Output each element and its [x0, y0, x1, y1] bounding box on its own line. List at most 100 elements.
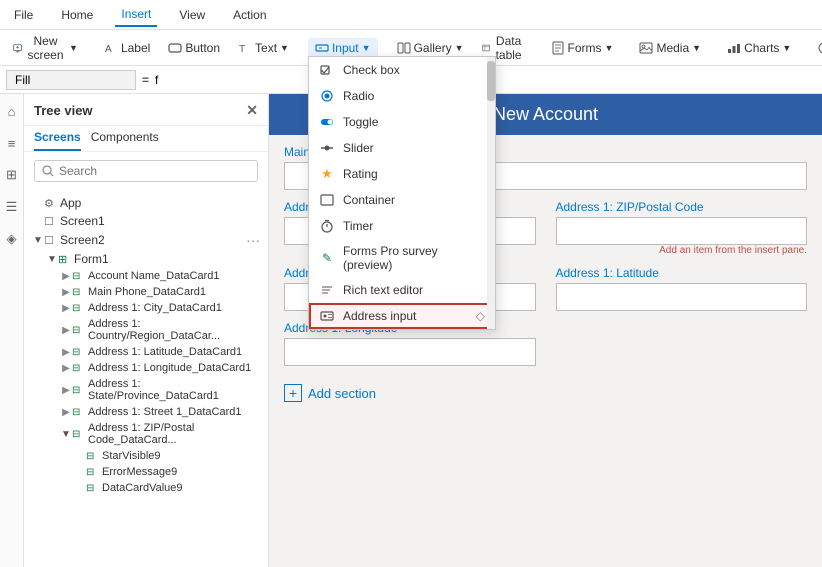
tree-item-country[interactable]: ▶ ⊟ Address 1: Country/Region_DataCar...	[24, 316, 268, 344]
expand-country-icon: ▶	[60, 325, 72, 336]
tree-item-label: Address 1: Latitude_DataCard1	[88, 346, 242, 358]
zip-input[interactable]	[556, 217, 808, 245]
form1-icon: ⊞	[58, 253, 74, 266]
input-button[interactable]: Input ▼	[308, 38, 378, 58]
tab-screens[interactable]: Screens	[34, 130, 81, 151]
tree-item-errormessage[interactable]: ⊟ ErrorMessage9	[24, 464, 268, 480]
dropdown-item-radio[interactable]: Radio	[309, 83, 495, 109]
tree-item-latitude[interactable]: ▶ ⊟ Address 1: Latitude_DataCard1	[24, 344, 268, 360]
address-input-info-icon: ◇	[476, 309, 485, 323]
tree-item-main-phone[interactable]: ▶ ⊟ Main Phone_DataCard1	[24, 284, 268, 300]
search-input[interactable]	[59, 164, 250, 178]
text-button[interactable]: T Text ▼	[231, 38, 296, 58]
rich-text-icon	[319, 282, 335, 298]
icons-button[interactable]: ☺ Icons	[810, 38, 822, 58]
dropdown-item-rating[interactable]: ★ Rating	[309, 161, 495, 187]
dropdown-item-rich-text[interactable]: Rich text editor	[309, 277, 495, 303]
datacardvalue-icon: ⊟	[86, 483, 102, 494]
svg-text:T: T	[239, 44, 245, 55]
add-section-button[interactable]: + Add section	[269, 376, 822, 410]
menu-home[interactable]: Home	[55, 4, 99, 26]
chevron-gallery-icon: ▼	[455, 43, 464, 53]
tree-item-longitude[interactable]: ▶ ⊟ Address 1: Longitude_DataCard1	[24, 360, 268, 376]
tree-item-label: Form1	[74, 252, 109, 266]
forms-button[interactable]: Forms ▼	[544, 38, 621, 58]
chevron-text-icon: ▼	[280, 43, 289, 53]
tree-item-screen1[interactable]: ☐ Screen1	[24, 212, 268, 230]
menu-file[interactable]: File	[8, 4, 39, 26]
tree-item-starvisible[interactable]: ⊟ StarVisible9	[24, 448, 268, 464]
tree-search-box	[34, 160, 258, 182]
gallery-button[interactable]: Gallery ▼	[390, 38, 471, 58]
expand-account-icon: ▶	[60, 271, 72, 282]
tree-item-datacardvalue[interactable]: ⊟ DataCardValue9	[24, 480, 268, 496]
tree-item-label: ErrorMessage9	[102, 466, 177, 478]
dropdown-item-slider[interactable]: Slider	[309, 135, 495, 161]
tree-item-screen2[interactable]: ▼ ☐ Screen2 ···	[24, 230, 268, 250]
home-side-icon[interactable]: ⌂	[3, 102, 21, 120]
expand-zip-icon: ▼	[60, 429, 72, 440]
latitude-input[interactable]	[556, 283, 808, 311]
chevron-forms-icon: ▼	[605, 43, 614, 53]
country-card-icon: ⊟	[72, 325, 88, 336]
city-card-icon: ⊟	[72, 303, 88, 314]
errormsg-icon: ⊟	[86, 467, 102, 478]
icons-icon: ☺	[817, 41, 822, 55]
lat-card-icon: ⊟	[72, 347, 88, 358]
tree-item-form1[interactable]: ▼ ⊞ Form1	[24, 250, 268, 268]
button-button[interactable]: Button	[161, 38, 227, 58]
chevron-down-icon: ▼	[69, 43, 78, 53]
charts-button[interactable]: Charts ▼	[720, 38, 798, 58]
tree-item-label: Screen2	[60, 233, 105, 247]
tree-item-label: Address 1: Longitude_DataCard1	[88, 362, 251, 374]
tree-item-app[interactable]: ⚙ App	[24, 194, 268, 212]
tab-components[interactable]: Components	[91, 130, 159, 151]
tree-item-city[interactable]: ▶ ⊟ Address 1: City_DataCard1	[24, 300, 268, 316]
new-screen-button[interactable]: New screen ▼	[6, 31, 85, 65]
menu-action[interactable]: Action	[227, 4, 272, 26]
dropdown-item-timer[interactable]: Timer	[309, 213, 495, 239]
expand-form1-icon: ▼	[46, 254, 58, 265]
tree-item-state[interactable]: ▶ ⊟ Address 1: State/Province_DataCard1	[24, 376, 268, 404]
data-side-icon[interactable]: ⊞	[3, 166, 21, 184]
tree-item-zip[interactable]: ▼ ⊟ Address 1: ZIP/Postal Code_DataCard.…	[24, 420, 268, 448]
screen1-icon: ☐	[44, 215, 60, 228]
zip-card-icon: ⊟	[72, 429, 88, 440]
input-icon	[315, 41, 329, 55]
label-button[interactable]: A Label	[97, 38, 157, 58]
tree-item-street[interactable]: ▶ ⊟ Address 1: Street 1_DataCard1	[24, 404, 268, 420]
dropdown-item-forms-pro[interactable]: ✎ Forms Pro survey (preview)	[309, 239, 495, 277]
side-nav: ⌂ ≡ ⊞ ☰ ◈	[0, 94, 24, 567]
tree-item-account-name[interactable]: ▶ ⊟ Account Name_DataCard1	[24, 268, 268, 284]
dropdown-item-label: Container	[343, 193, 395, 207]
tree-view-title: Tree view	[34, 103, 93, 118]
formula-fill-selector[interactable]	[6, 70, 136, 90]
media-button[interactable]: Media ▼	[632, 38, 708, 58]
dropdown-item-toggle[interactable]: Toggle	[309, 109, 495, 135]
menu-view[interactable]: View	[173, 4, 211, 26]
dropdown-item-container[interactable]: Container	[309, 187, 495, 213]
expand-phone-icon: ▶	[60, 287, 72, 298]
layers-side-icon[interactable]: ≡	[3, 134, 21, 152]
form-field-empty	[556, 321, 808, 366]
menu-insert[interactable]: Insert	[115, 3, 157, 27]
address-input-icon	[319, 308, 335, 324]
settings-side-icon[interactable]: ☰	[3, 198, 21, 216]
tree-content: ⚙ App ☐ Screen1 ▼ ☐ Screen2 ··· ▼ ⊞ Form…	[24, 190, 268, 567]
toggle-icon	[319, 114, 335, 130]
dropdown-item-address-input[interactable]: Address input ◇	[309, 303, 495, 329]
add-section-icon: +	[284, 384, 302, 402]
label-icon: A	[104, 41, 118, 55]
media-icon	[639, 41, 653, 55]
dropdown-scrollbar[interactable]	[487, 57, 495, 329]
tree-item-label: Main Phone_DataCard1	[88, 286, 206, 298]
components-side-icon[interactable]: ◈	[3, 230, 21, 248]
dropdown-item-checkbox[interactable]: Check box	[309, 57, 495, 83]
radio-icon	[319, 88, 335, 104]
account-card-icon: ⊟	[72, 271, 88, 282]
charts-icon	[727, 41, 741, 55]
screen2-more-btn[interactable]: ···	[246, 232, 260, 248]
longitude-input[interactable]	[284, 338, 536, 366]
tree-view-close[interactable]: ✕	[246, 102, 258, 119]
new-screen-icon	[13, 41, 22, 55]
